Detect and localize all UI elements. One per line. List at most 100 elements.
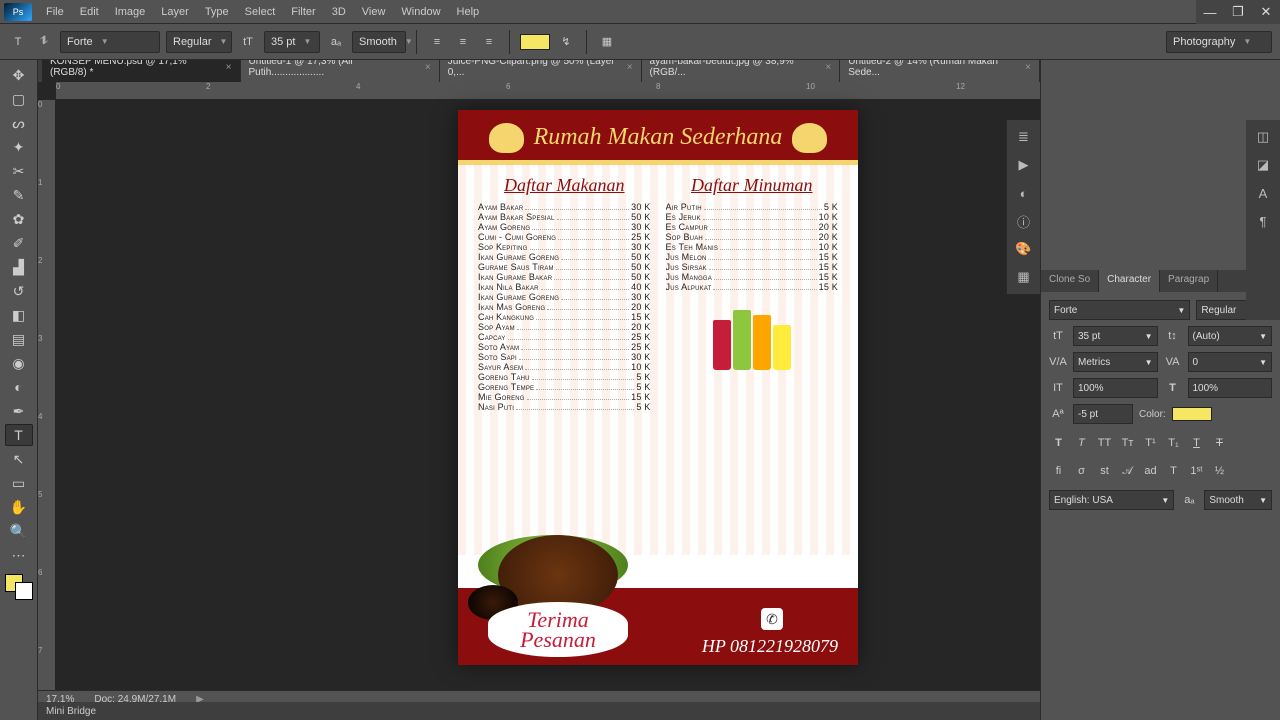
char-baseline-field[interactable]: -5 pt — [1073, 404, 1133, 424]
panels-icon[interactable]: ▦ — [597, 32, 617, 52]
history-brush-tool[interactable]: ↺ — [5, 280, 33, 302]
align-left-icon[interactable]: ≡ — [427, 32, 447, 52]
allcaps-button[interactable]: TT — [1095, 434, 1114, 452]
history-icon[interactable]: ≣ — [1014, 128, 1034, 146]
menu-file[interactable]: File — [38, 2, 72, 22]
crop-tool[interactable]: ✂ — [5, 160, 33, 182]
smallcaps-button[interactable]: Tт — [1118, 434, 1137, 452]
styles-icon[interactable]: ▦ — [1014, 268, 1034, 286]
maximize-button[interactable]: ❐ — [1224, 0, 1252, 24]
blur-tool[interactable]: ◉ — [5, 352, 33, 374]
st-button[interactable]: st — [1095, 462, 1114, 480]
antialias-select[interactable]: Smooth▼ — [352, 31, 406, 53]
more-tool[interactable]: ⋯ — [5, 544, 33, 566]
tab-close-icon[interactable]: × — [1025, 62, 1031, 73]
tab-close-icon[interactable]: × — [825, 62, 831, 73]
eyedropper-tool[interactable]: ✎ — [5, 184, 33, 206]
channels-icon[interactable]: ◪ — [1253, 156, 1273, 174]
zoom-tool[interactable]: 🔍 — [5, 520, 33, 542]
panel-tab[interactable]: Character — [1099, 270, 1160, 292]
info-icon[interactable]: ⓘ — [1014, 212, 1034, 230]
document-tab[interactable]: ayam-bakar-beutut.jpg @ 38,9% (RGB/...× — [642, 60, 841, 82]
menu-window[interactable]: Window — [393, 2, 448, 22]
char-size-field[interactable]: 35 pt▼ — [1073, 326, 1158, 346]
ordinal-button[interactable]: T — [1164, 462, 1183, 480]
close-button[interactable]: ✕ — [1252, 0, 1280, 24]
tab-close-icon[interactable]: × — [226, 62, 232, 73]
text-color-swatch[interactable] — [520, 34, 550, 50]
wand-tool[interactable]: ✦ — [5, 136, 33, 158]
type-tool[interactable]: T — [5, 424, 33, 446]
char-leading-field[interactable]: (Auto)▼ — [1188, 326, 1273, 346]
strike-button[interactable]: T — [1210, 434, 1229, 452]
menu-view[interactable]: View — [354, 2, 394, 22]
tab-close-icon[interactable]: × — [425, 62, 431, 73]
menu-select[interactable]: Select — [237, 2, 284, 22]
healing-tool[interactable]: ✿ — [5, 208, 33, 230]
path-tool[interactable]: ↖ — [5, 448, 33, 470]
tab-close-icon[interactable]: × — [627, 62, 633, 73]
align-center-icon[interactable]: ≡ — [453, 32, 473, 52]
char-font-select[interactable]: Forte▼ — [1049, 300, 1190, 320]
menu-help[interactable]: Help — [449, 2, 488, 22]
sigma-button[interactable]: σ — [1072, 462, 1091, 480]
document-canvas[interactable]: Rumah Makan Sederhana Daftar Makanan Aya… — [458, 110, 858, 665]
menu-3d[interactable]: 3D — [324, 2, 354, 22]
menu-layer[interactable]: Layer — [153, 2, 197, 22]
subscript-button[interactable]: T₁ — [1164, 434, 1183, 452]
gradient-tool[interactable]: ▤ — [5, 328, 33, 350]
font-weight-select[interactable]: Regular▼ — [166, 31, 232, 53]
pen-tool[interactable]: ✒ — [5, 400, 33, 422]
lasso-tool[interactable]: ᔕ — [5, 112, 33, 134]
panel-tab[interactable]: Clone So — [1041, 270, 1099, 292]
document-tab[interactable]: KONSEP MENU.psd @ 17,1% (RGB/8) *× — [42, 60, 241, 82]
warp-text-icon[interactable]: ↯ — [556, 32, 576, 52]
char-hscale-field[interactable]: 100% — [1188, 378, 1273, 398]
adjust-icon[interactable]: ◐ — [1014, 184, 1034, 202]
fraction-button[interactable]: 1ˢᵗ — [1187, 462, 1206, 480]
stamp-tool[interactable]: ▟ — [5, 256, 33, 278]
char-color-swatch[interactable] — [1172, 407, 1212, 421]
superscript-button[interactable]: T¹ — [1141, 434, 1160, 452]
paragraph-icon[interactable]: ¶ — [1253, 212, 1273, 230]
marquee-tool[interactable]: ▢ — [5, 88, 33, 110]
dodge-tool[interactable]: ◐ — [5, 376, 33, 398]
char-lang-select[interactable]: English: USA▼ — [1049, 490, 1174, 510]
swatches-icon[interactable]: 🎨 — [1014, 240, 1034, 258]
minimize-button[interactable]: — — [1196, 0, 1224, 24]
document-tab[interactable]: Juice-PNG-Clipart.png @ 50% (Layer 0,...… — [440, 60, 642, 82]
hand-tool[interactable]: ✋ — [5, 496, 33, 518]
menu-edit[interactable]: Edit — [72, 2, 107, 22]
italic-button[interactable]: T — [1072, 434, 1091, 452]
actions-icon[interactable]: ▶ — [1014, 156, 1034, 174]
underline-button[interactable]: T — [1187, 434, 1206, 452]
text-orientation-icon[interactable]: ⥮ — [34, 32, 54, 52]
menu-image[interactable]: Image — [107, 2, 154, 22]
document-tab[interactable]: Untitled-2 @ 14% (Rumah Makan Sede...× — [840, 60, 1040, 82]
char-aa-select[interactable]: Smooth▼ — [1204, 490, 1272, 510]
workspace-select[interactable]: Photography▼ — [1166, 31, 1272, 53]
menu-type[interactable]: Type — [197, 2, 237, 22]
paths-icon[interactable]: A — [1253, 184, 1273, 202]
bold-button[interactable]: T — [1049, 434, 1068, 452]
char-vscale-field[interactable]: 100% — [1073, 378, 1158, 398]
layers-icon[interactable]: ◫ — [1253, 128, 1273, 146]
eraser-tool[interactable]: ◧ — [5, 304, 33, 326]
align-right-icon[interactable]: ≡ — [479, 32, 499, 52]
document-tab[interactable]: Untitled-1 @ 17,3% (Air Putih...........… — [241, 60, 440, 82]
char-kerning-field[interactable]: Metrics▼ — [1073, 352, 1158, 372]
font-family-select[interactable]: Forte▼ — [60, 31, 160, 53]
swash-button[interactable]: 𝒜 — [1118, 462, 1137, 480]
shape-tool[interactable]: ▭ — [5, 472, 33, 494]
titling-button[interactable]: ad — [1141, 462, 1160, 480]
menu-filter[interactable]: Filter — [283, 2, 323, 22]
background-color[interactable] — [15, 582, 33, 600]
bottom-panel-tab[interactable]: Mini Bridge — [38, 702, 1040, 720]
half-button[interactable]: ½ — [1210, 462, 1229, 480]
move-tool[interactable]: ✥ — [5, 64, 33, 86]
fi-button[interactable]: fi — [1049, 462, 1068, 480]
panel-tab[interactable]: Paragrap — [1160, 270, 1218, 292]
char-tracking-field[interactable]: 0▼ — [1188, 352, 1273, 372]
brush-tool[interactable]: ✐ — [5, 232, 33, 254]
font-size-select[interactable]: 35 pt▼ — [264, 31, 320, 53]
